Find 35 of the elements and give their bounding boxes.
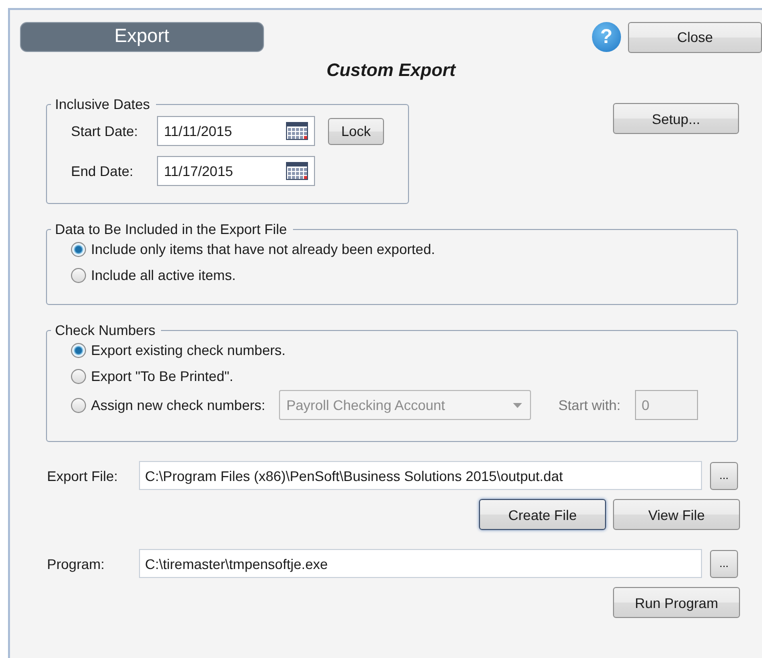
action-button[interactable]: Create File <box>479 499 606 530</box>
radio-option[interactable]: Assign new check numbers: <box>71 397 266 413</box>
lock-button[interactable]: Lock <box>328 118 384 144</box>
radio-option[interactable]: Include all active items. <box>71 267 737 283</box>
group-label: Data to Be Included in the Export File <box>54 221 288 237</box>
radio-button[interactable] <box>71 368 86 384</box>
setup-button[interactable]: Setup... <box>613 103 739 134</box>
field-label: End Date: <box>71 163 134 179</box>
field-label: Export File: <box>47 468 119 484</box>
date-field[interactable]: 11/11/2015 <box>157 116 315 146</box>
field-label: Start with: <box>558 397 621 413</box>
dropdown-arrow-icon <box>513 402 522 408</box>
radio-button[interactable] <box>71 398 86 412</box>
path-field[interactable]: C:\Program Files (x86)\PenSoft\Business Solutions 2015\output.dat <box>139 461 702 490</box>
calendar-icon[interactable] <box>286 162 308 180</box>
radio-option[interactable]: Include only items that have not already been exported. <box>71 241 737 257</box>
calendar-icon[interactable] <box>286 122 308 140</box>
close-button[interactable]: Close <box>628 22 762 52</box>
action-button[interactable]: Run Program <box>613 587 740 618</box>
dialog-title: Custom Export <box>325 60 457 81</box>
group-label: Inclusive Dates <box>54 96 151 112</box>
radio-button[interactable] <box>71 342 86 358</box>
browse-button[interactable]: ... <box>710 550 738 578</box>
action-button[interactable]: View File <box>613 499 740 530</box>
field-label: Program: <box>47 556 106 572</box>
date-field[interactable]: 11/17/2015 <box>157 156 315 186</box>
browse-button[interactable]: ... <box>710 462 738 490</box>
radio-button[interactable] <box>71 268 86 282</box>
radio-button[interactable] <box>71 242 86 256</box>
header-title: Export <box>20 22 264 52</box>
field-label: Start Date: <box>71 123 139 139</box>
radio-option[interactable]: Export "To Be Printed". <box>71 368 737 384</box>
path-field[interactable]: C:\tiremaster\tmpensoftje.exe <box>139 549 702 578</box>
radio-option[interactable]: Export existing check numbers. <box>71 342 737 358</box>
group-label: Check Numbers <box>54 322 156 338</box>
